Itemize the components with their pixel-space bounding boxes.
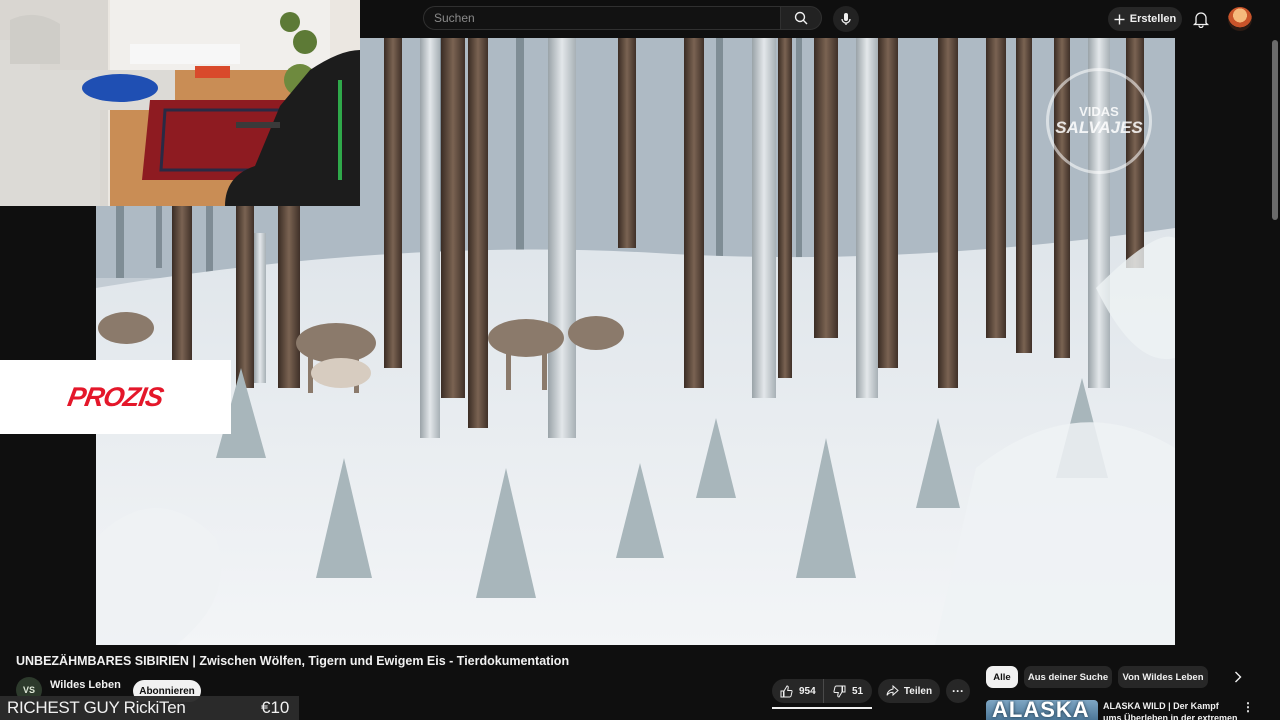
recommended-video-title[interactable]: ALASKA WILD | Der Kampf ums Überleben in… <box>1103 700 1238 720</box>
dislike-button[interactable]: 51 <box>824 679 863 703</box>
bell-icon <box>1192 12 1210 29</box>
voice-search-button[interactable] <box>833 6 859 32</box>
more-icon: ··· <box>952 684 964 698</box>
chevron-right-icon <box>1235 671 1242 683</box>
donation-name: RICHEST GUY RickiTen <box>7 698 186 717</box>
chip-all[interactable]: Alle <box>986 666 1018 688</box>
create-button[interactable]: Erstellen <box>1108 7 1182 31</box>
search-input[interactable] <box>424 7 774 29</box>
share-label: Teilen <box>903 685 933 697</box>
like-button[interactable]: 954 <box>772 679 824 703</box>
create-label: Erstellen <box>1129 13 1177 25</box>
watermark-line2: SALVAJES <box>1055 117 1143 137</box>
thumbs-up-icon <box>780 684 793 697</box>
thumbs-down-icon <box>833 685 846 698</box>
channel-name[interactable]: Wildes Leben <box>50 679 121 691</box>
share-icon <box>886 685 899 697</box>
microphone-icon <box>841 13 851 25</box>
scrollbar-thumb[interactable] <box>1272 40 1278 220</box>
search-icon <box>794 11 808 25</box>
account-avatar[interactable] <box>1228 7 1252 31</box>
dislike-count: 51 <box>852 685 864 697</box>
thumbnail-text: ALASKA <box>992 700 1090 720</box>
donation-amount: €10 <box>261 698 290 717</box>
recommended-video-menu-icon[interactable]: ⋮ <box>1242 700 1254 714</box>
sponsor-logo-text: PROZIS <box>65 381 166 412</box>
plus-icon <box>1114 14 1125 24</box>
share-button[interactable]: Teilen <box>878 679 940 703</box>
search-button[interactable] <box>780 6 822 30</box>
chips-next-button[interactable] <box>1228 667 1248 687</box>
like-dislike-group: 954 51 <box>772 679 872 703</box>
like-count: 954 <box>799 685 816 697</box>
channel-watermark: VIDAS SALVAJES <box>1046 68 1152 174</box>
watermark-line1: VIDAS <box>1079 103 1119 119</box>
search-box[interactable] <box>423 6 780 30</box>
chip-from-channel[interactable]: Von Wildes Leben <box>1118 666 1208 688</box>
notifications-button[interactable] <box>1192 10 1210 29</box>
more-actions-button[interactable]: ··· <box>946 679 970 703</box>
webcam-overlay <box>0 0 360 206</box>
recommended-video-thumbnail[interactable]: ALASKA <box>986 700 1098 720</box>
video-title: UNBEZÄHMBARES SIBIRIEN | Zwischen Wölfen… <box>16 654 570 668</box>
channel-avatar-text: VS <box>22 685 35 695</box>
sponsor-ad-banner[interactable]: PROZIS <box>0 360 231 434</box>
chip-from-search[interactable]: Aus deiner Suche <box>1024 666 1112 688</box>
webcam-room-scene <box>0 0 360 206</box>
like-progress-underline <box>772 707 872 709</box>
